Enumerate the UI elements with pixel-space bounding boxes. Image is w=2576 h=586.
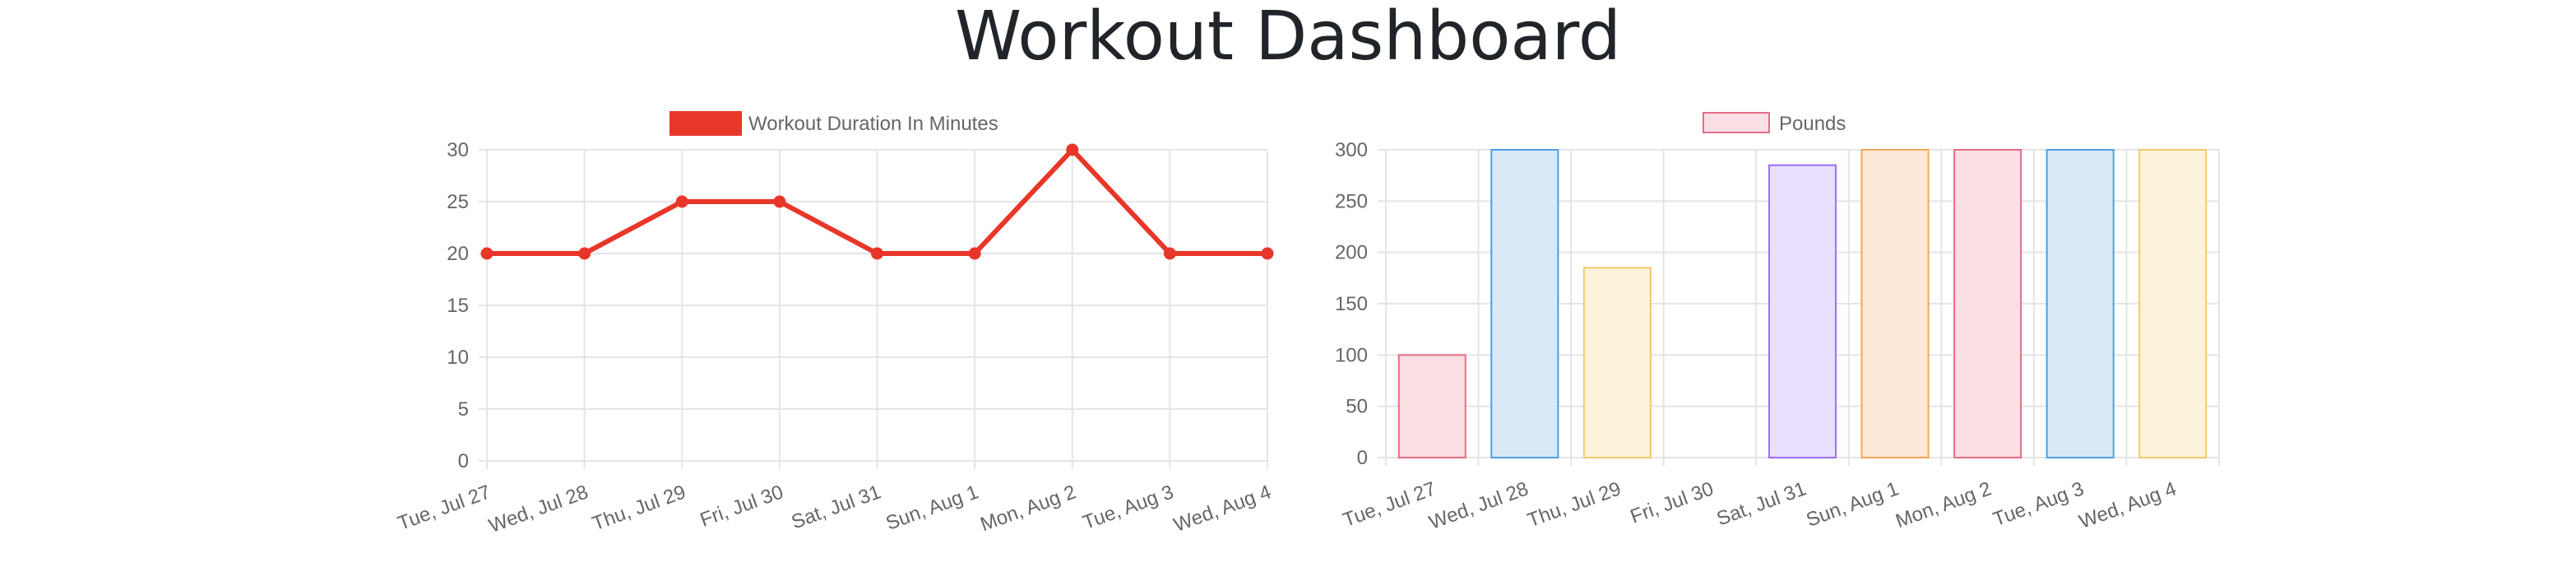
bar <box>1860 149 1930 458</box>
y-tick-label: 50 <box>1346 396 1368 418</box>
x-tick-label: Fri, Jul 30 <box>1628 477 1717 528</box>
legend-swatch <box>1703 112 1770 133</box>
legend-label: Pounds <box>1779 113 1846 135</box>
bar <box>1397 354 1466 459</box>
x-tick-label: Thu, Jul 29 <box>1525 477 1624 532</box>
y-tick-label: 0 <box>1357 447 1368 469</box>
bar-chart: Pounds050100150200250300Tue, Jul 27Wed, … <box>1335 112 2220 534</box>
bar <box>1768 164 1837 458</box>
x-tick-label: Sat, Jul 31 <box>1714 477 1809 530</box>
x-tick-label: Tue, Aug 3 <box>1990 477 2087 531</box>
bar <box>1490 149 1559 458</box>
x-tick-label: Wed, Jul 28 <box>1426 477 1531 534</box>
bar <box>1582 267 1652 458</box>
bar <box>2138 149 2208 458</box>
y-tick-label: 300 <box>1335 139 1368 161</box>
x-tick-label: Sun, Aug 1 <box>1804 477 1902 532</box>
x-tick-label: Mon, Aug 2 <box>1893 477 1994 533</box>
y-tick-label: 200 <box>1335 242 1368 264</box>
x-tick-label: Tue, Jul 27 <box>1340 477 1439 532</box>
x-tick-label: Wed, Aug 4 <box>2076 477 2179 533</box>
bar <box>1953 149 2022 458</box>
y-tick-label: 100 <box>1335 344 1368 366</box>
y-tick-label: 150 <box>1335 293 1368 315</box>
bar <box>2046 149 2115 458</box>
y-tick-label: 250 <box>1335 190 1368 212</box>
